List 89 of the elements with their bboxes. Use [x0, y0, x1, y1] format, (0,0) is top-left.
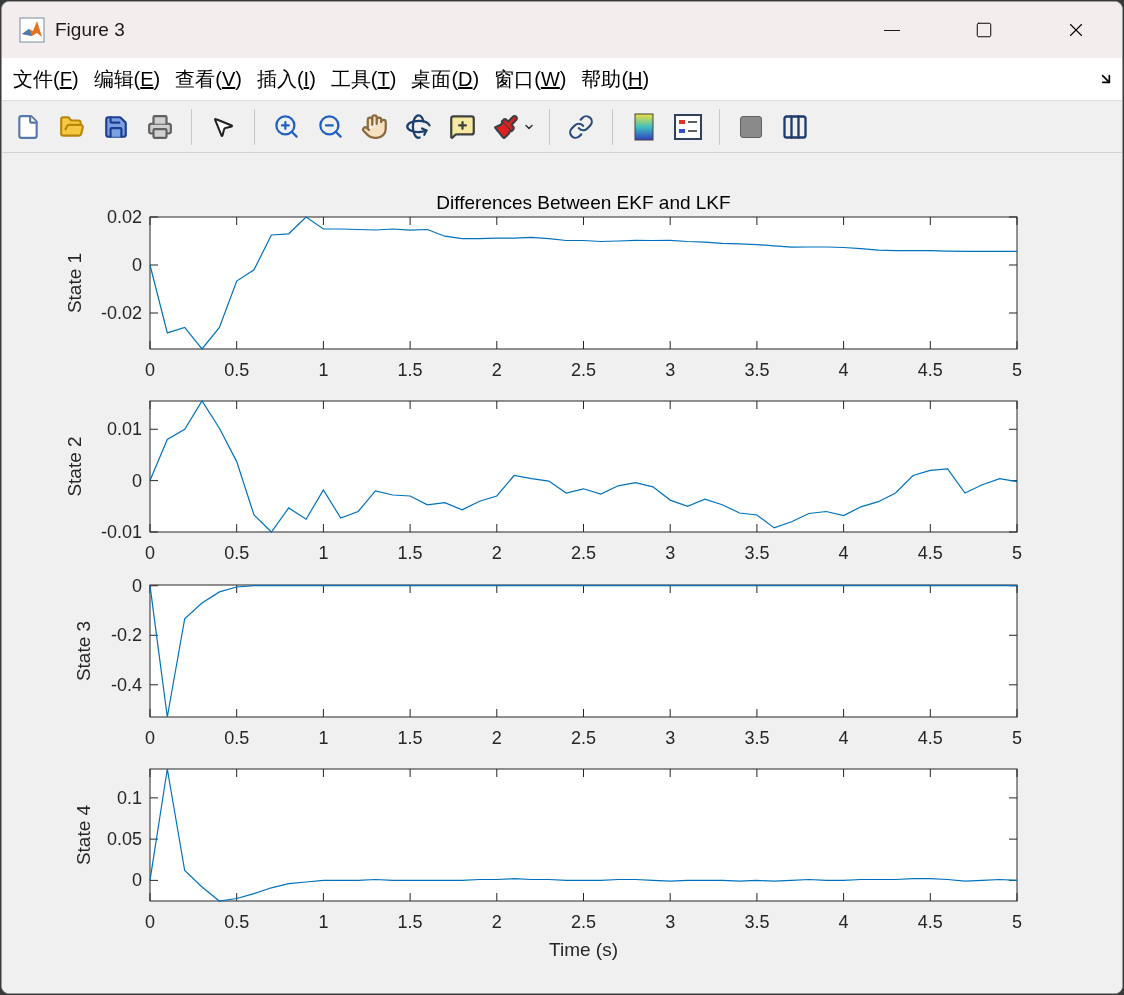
- tick-label: 0.05: [106, 829, 142, 850]
- tick-label: 2.5: [571, 360, 596, 380]
- tick-label: 2: [491, 728, 502, 748]
- tick-label: 0: [145, 360, 155, 380]
- menu-item[interactable]: 帮助(H): [580, 64, 651, 94]
- tick-label: -0.01: [100, 522, 142, 542]
- tick-label: 0.5: [224, 543, 250, 563]
- tick-label: 1.5: [397, 912, 423, 932]
- link-icon: [568, 113, 594, 140]
- tick-label: 0: [132, 575, 142, 596]
- tick-label: 1: [318, 912, 329, 932]
- tick-label: 3: [665, 728, 676, 748]
- tick-label: 1: [318, 728, 329, 748]
- window-title: Figure 3: [55, 17, 125, 42]
- tick-label: 3.5: [744, 728, 770, 748]
- tick-label: 5: [1012, 543, 1022, 563]
- minimize-icon: [884, 29, 900, 31]
- tick-label: 2.5: [571, 728, 596, 748]
- menu-item[interactable]: 桌面(D): [410, 64, 481, 94]
- tick-label: 0: [145, 543, 155, 563]
- tick-label: 4: [838, 912, 849, 932]
- menu-item[interactable]: 文件(F): [12, 64, 80, 94]
- tick-label: 2: [491, 912, 502, 932]
- tick-label: 4.5: [917, 912, 943, 932]
- axis-label: State 2: [63, 436, 85, 497]
- square-icon: [740, 115, 762, 138]
- tick-label: 4: [838, 728, 849, 748]
- zoom-in-icon: [272, 113, 300, 140]
- colorbar-icon: [634, 112, 654, 141]
- tick-label: 1.5: [397, 360, 423, 380]
- tick-label: 5: [1012, 360, 1022, 380]
- rotate-icon: [404, 113, 432, 140]
- axis-label: Time (s): [549, 939, 618, 960]
- tick-label: 1: [318, 360, 329, 380]
- tick-label: 1.5: [397, 543, 423, 563]
- printer-icon: [147, 113, 173, 140]
- tick-label: 0: [145, 912, 155, 932]
- folder-icon: [59, 113, 85, 140]
- tick-label: 2: [491, 543, 502, 563]
- tick-label: 0: [132, 255, 142, 275]
- maximize-icon: [975, 21, 993, 39]
- tick-label: 3.5: [744, 360, 770, 380]
- save-icon: [103, 113, 129, 140]
- tick-label: 0: [145, 728, 155, 748]
- tick-label: 3.5: [744, 543, 770, 563]
- panels-icon: [781, 112, 809, 141]
- tick-label: 0.5: [224, 360, 250, 380]
- tick-label: -0.4: [110, 674, 142, 695]
- tick-label: 3: [665, 360, 676, 380]
- tick-label: 0.02: [106, 207, 142, 227]
- axis-label: State 4: [73, 804, 94, 866]
- note-icon: [448, 113, 476, 140]
- tick-label: 2.5: [571, 912, 596, 932]
- tick-label: 0.5: [224, 912, 250, 932]
- tick-label: 4.5: [917, 728, 943, 748]
- tick-label: -0.2: [110, 625, 142, 646]
- menu-item[interactable]: 窗口(W): [493, 64, 568, 94]
- axis-label: State 3: [73, 620, 94, 682]
- zoom-out-icon: [316, 113, 344, 140]
- tick-label: 0.1: [116, 787, 142, 808]
- tick-label: 0: [132, 470, 142, 491]
- menu-item[interactable]: 工具(T): [329, 64, 398, 94]
- tick-label: 5: [1012, 912, 1022, 932]
- tick-label: 2.5: [571, 543, 596, 563]
- tick-label: 0: [132, 870, 142, 891]
- brush-icon: [493, 113, 519, 140]
- tick-label: 0.5: [224, 728, 250, 748]
- tick-label: 0.01: [106, 419, 142, 440]
- tick-label: 3.5: [744, 912, 770, 932]
- menu-item[interactable]: 查看(V): [174, 64, 243, 94]
- file-icon: [15, 113, 41, 140]
- tick-label: 4: [838, 360, 849, 380]
- tick-label: 1.5: [397, 728, 423, 748]
- tick-label: 1: [318, 543, 329, 563]
- hand-icon: [360, 113, 388, 140]
- tick-label: 3: [665, 912, 676, 932]
- tick-label: 2: [491, 360, 502, 380]
- chart-title: Differences Between EKF and LKF: [436, 192, 731, 213]
- legend-icon: [674, 113, 702, 140]
- axis-label: State 1: [63, 252, 85, 314]
- tick-label: 4.5: [917, 543, 943, 563]
- tick-label: 5: [1012, 728, 1022, 748]
- tick-label: 4.5: [917, 360, 943, 380]
- menu-item[interactable]: 插入(I): [255, 64, 317, 94]
- menu-item[interactable]: 编辑(E): [92, 64, 162, 94]
- tick-label: 4: [838, 543, 849, 563]
- tick-label: 3: [665, 543, 676, 563]
- logo-icon: [19, 17, 45, 43]
- tick-label: -0.02: [100, 303, 142, 323]
